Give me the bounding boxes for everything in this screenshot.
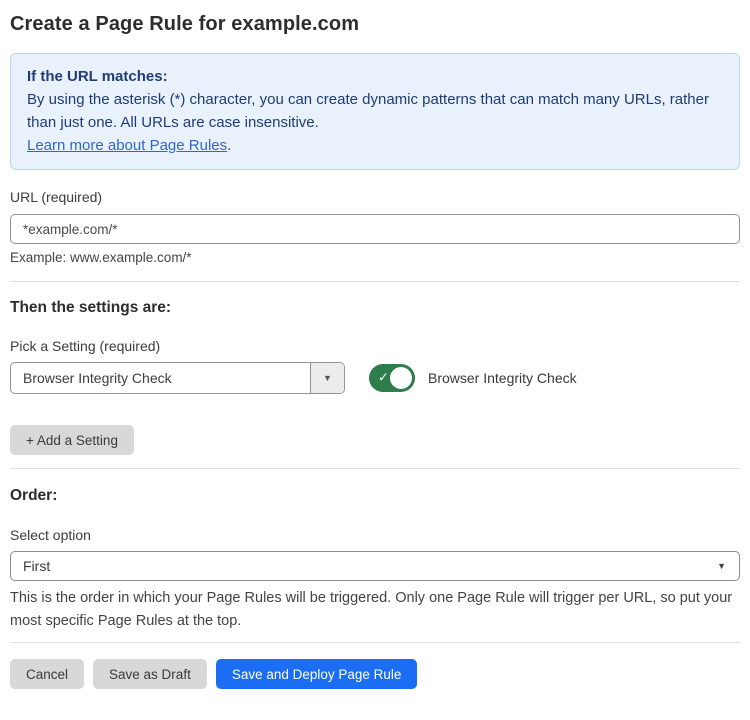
info-box-link-row: Learn more about Page Rules. [27, 134, 723, 157]
page-title: Create a Page Rule for example.com [10, 13, 740, 36]
select-option-label: Select option [10, 527, 740, 543]
url-match-info-box: If the URL matches: By using the asteris… [10, 53, 740, 170]
divider [10, 642, 740, 643]
link-period: . [227, 137, 231, 154]
url-example: Example: www.example.com/* [10, 250, 740, 265]
cancel-button[interactable]: Cancel [10, 659, 84, 689]
learn-more-link[interactable]: Learn more about Page Rules [27, 137, 227, 154]
save-and-deploy-button[interactable]: Save and Deploy Page Rule [216, 659, 418, 689]
order-help-text: This is the order in which your Page Rul… [10, 587, 740, 633]
toggle-knob [390, 367, 412, 389]
setting-select[interactable]: Browser Integrity Check ▼ [10, 362, 345, 394]
caret-down-icon: ▼ [717, 561, 726, 571]
info-box-heading: If the URL matches: [27, 65, 723, 88]
form-actions: Cancel Save as Draft Save and Deploy Pag… [10, 659, 740, 689]
caret-down-icon[interactable]: ▼ [310, 363, 344, 393]
create-page-rule-form: Create a Page Rule for example.com If th… [0, 0, 750, 689]
setting-row: Browser Integrity Check ▼ ✓ Browser Inte… [10, 362, 740, 394]
browser-integrity-toggle[interactable]: ✓ [369, 364, 415, 392]
url-label: URL (required) [10, 189, 740, 205]
divider [10, 468, 740, 469]
save-as-draft-button[interactable]: Save as Draft [93, 659, 207, 689]
order-select[interactable]: First ▼ [10, 551, 740, 581]
toggle-label: Browser Integrity Check [428, 370, 577, 386]
divider [10, 281, 740, 282]
url-input[interactable] [10, 214, 740, 244]
setting-select-value: Browser Integrity Check [11, 363, 310, 393]
settings-heading: Then the settings are: [10, 299, 740, 317]
add-setting-button[interactable]: + Add a Setting [10, 425, 134, 455]
info-box-body: By using the asterisk (*) character, you… [27, 88, 723, 134]
check-icon: ✓ [378, 370, 389, 386]
order-select-value: First [23, 558, 50, 574]
order-heading: Order: [10, 487, 740, 505]
pick-setting-label: Pick a Setting (required) [10, 338, 740, 354]
